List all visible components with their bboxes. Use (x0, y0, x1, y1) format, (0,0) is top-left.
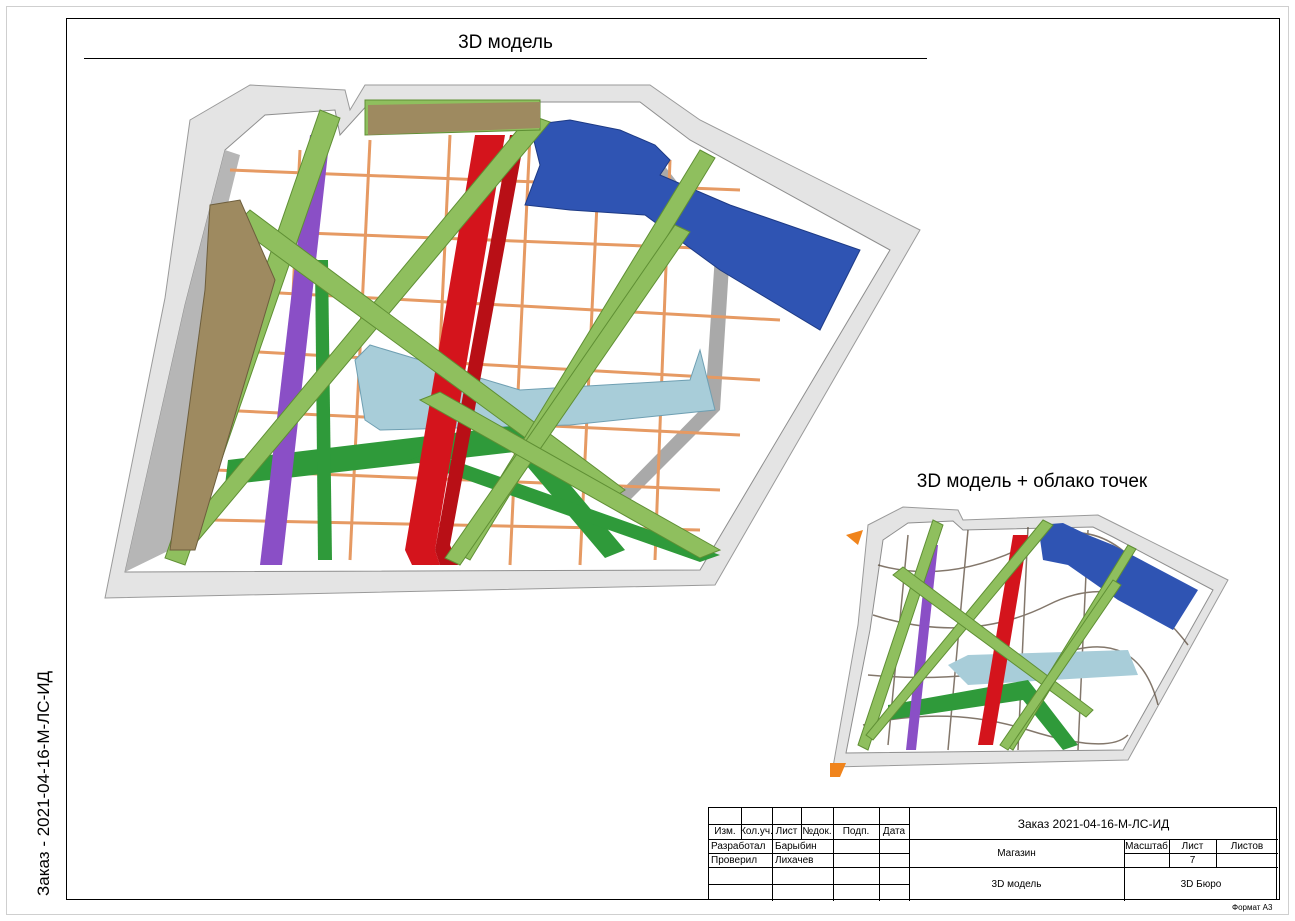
title-block: Заказ 2021-04-16-М-ЛС-ИД Изм. Кол.уч. Ли… (708, 807, 1278, 901)
model-title: 3D модель (458, 32, 553, 53)
stamp-checked-label: Проверил (711, 854, 758, 866)
stamp-header-data: Дата (882, 826, 906, 837)
model-3d-illustration (104, 84, 921, 599)
stamp-header-ndok: №док. (802, 826, 832, 837)
stamp-sheets-label: Листов (1230, 840, 1264, 852)
pc-orange-marker (846, 530, 863, 545)
stamp-header-izm: Изм. (714, 826, 736, 837)
stamp-header-list: Лист (775, 826, 798, 837)
pc-orange-marker-bottom (830, 763, 846, 777)
title-underline (84, 58, 927, 59)
stamp-header-kol-uch: Кол.уч. (740, 826, 773, 837)
stamp-checked-name: Лихачев (775, 854, 814, 866)
stamp-developed-name: Барыбин (775, 840, 817, 852)
stamp-organization: 3D Бюро (1180, 878, 1222, 890)
stamp-scale-label: Масштаб (1125, 840, 1168, 852)
format-label: Формат А3 (1232, 903, 1273, 912)
side-order-code: Заказ - 2021-04-16-М-ЛС-ИД (34, 671, 53, 896)
stamp-sheet-label: Лист (1181, 840, 1204, 852)
stamp-drawing-name: 3D модель (991, 878, 1042, 890)
stamp-header-podp: Подп. (842, 826, 870, 837)
stamp-developed-label: Разработал (711, 840, 766, 852)
stamp-sheet-number: 7 (1189, 854, 1196, 866)
model-pointcloud-title: 3D модель + облако точек (916, 471, 1148, 492)
stamp-order: Заказ 2021-04-16-М-ЛС-ИД (1017, 816, 1170, 831)
stamp-object: Магазин (997, 847, 1036, 859)
pointcloud-3d-illustration (830, 506, 1229, 777)
